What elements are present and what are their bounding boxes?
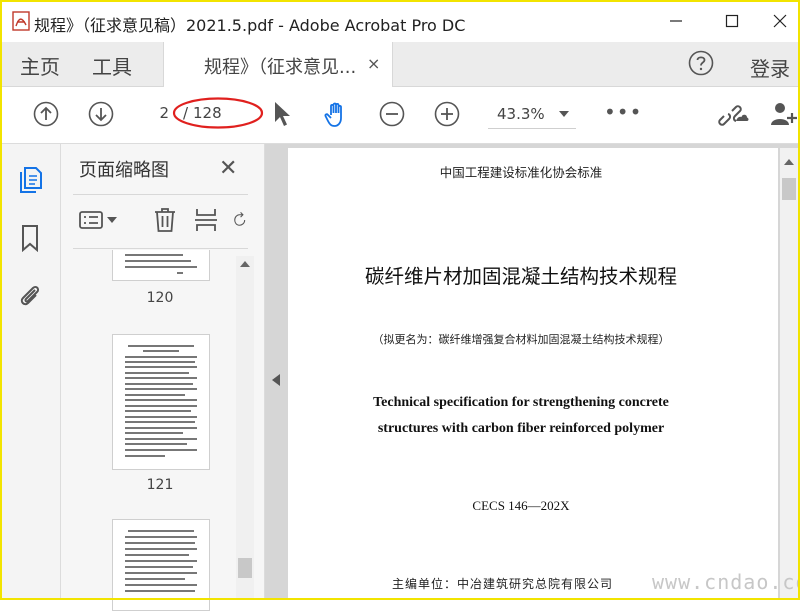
chevron-down-icon bbox=[559, 111, 569, 117]
document-subtitle: （拟更名为：碳纤维增强复合材料加固混凝土结构技术规程） bbox=[372, 333, 670, 346]
page-number-input[interactable]: 2 bbox=[143, 99, 169, 127]
scroll-up-arrow-icon[interactable] bbox=[236, 256, 254, 272]
thumbnail-scroll-thumb[interactable] bbox=[238, 558, 252, 578]
hand-tool-icon[interactable] bbox=[322, 99, 352, 129]
acrobat-icon bbox=[12, 11, 30, 31]
zoom-value: 43.3% bbox=[497, 105, 545, 123]
left-rail bbox=[0, 144, 61, 600]
next-page-icon[interactable] bbox=[88, 101, 114, 127]
zoom-in-icon[interactable] bbox=[434, 101, 460, 127]
add-user-icon[interactable] bbox=[770, 99, 800, 129]
close-window-button[interactable] bbox=[760, 8, 800, 34]
pdf-page: 中国工程建设标准化协会标准 碳纤维片材加固混凝土结构技术规程 （拟更名为：碳纤维… bbox=[288, 148, 778, 600]
zoom-out-icon[interactable] bbox=[379, 101, 405, 127]
menu-home[interactable]: 主页 bbox=[20, 51, 60, 80]
thumbnail-page-number: 120 bbox=[146, 290, 174, 306]
split-pages-icon bbox=[195, 209, 217, 231]
chevron-down-icon bbox=[107, 217, 117, 223]
minimize-button[interactable] bbox=[656, 8, 696, 34]
collapse-panel-icon[interactable] bbox=[268, 360, 284, 400]
page-thumbnails-icon[interactable] bbox=[16, 166, 44, 194]
standard-code: CECS 146—202X bbox=[472, 498, 570, 513]
panel-title: 页面缩略图 bbox=[79, 160, 169, 181]
document-organization: 中国工程建设标准化协会标准 bbox=[439, 165, 603, 180]
title-bar: 规程》（征求意见稿）2021.5.pdf - Adobe Acrobat Pro… bbox=[0, 0, 800, 42]
attachment-icon[interactable] bbox=[16, 281, 44, 309]
bookmark-icon[interactable] bbox=[16, 224, 44, 252]
previous-page-icon[interactable] bbox=[33, 101, 59, 127]
more-tools-icon[interactable]: ••• bbox=[604, 100, 642, 124]
document-scroll-thumb[interactable] bbox=[782, 178, 796, 200]
extract-pages-button[interactable] bbox=[194, 205, 218, 235]
page-thumbnail[interactable] bbox=[112, 519, 210, 611]
english-title-line2: structures with carbon fiber reinforced … bbox=[377, 421, 665, 436]
document-tab[interactable]: 规程》（征求意见... × bbox=[163, 42, 393, 87]
trash-icon bbox=[155, 208, 175, 232]
rotate-page-button[interactable] bbox=[233, 205, 247, 235]
document-tab-label: 规程》（征求意见... bbox=[204, 57, 357, 78]
document-scrollbar[interactable] bbox=[780, 148, 798, 600]
scroll-up-arrow-icon[interactable] bbox=[780, 154, 798, 170]
login-button[interactable]: 登录 bbox=[750, 53, 790, 82]
help-icon[interactable] bbox=[688, 50, 714, 76]
share-link-icon[interactable] bbox=[716, 99, 750, 129]
tab-close-button[interactable]: × bbox=[367, 54, 380, 73]
menu-bar: 主页 工具 规程》（征求意见... × bbox=[0, 42, 800, 87]
english-title-line1: Technical specification for strengthenin… bbox=[373, 395, 669, 410]
page-thumbnail[interactable] bbox=[112, 250, 210, 281]
maximize-button[interactable] bbox=[712, 8, 752, 34]
zoom-select[interactable]: 43.3% bbox=[488, 100, 576, 129]
window-title: 规程》（征求意见稿）2021.5.pdf - Adobe Acrobat Pro… bbox=[34, 16, 466, 35]
menu-tools[interactable]: 工具 bbox=[92, 51, 132, 80]
select-cursor-icon[interactable] bbox=[272, 100, 292, 128]
list-options-icon bbox=[79, 211, 103, 229]
document-title: 碳纤维片材加固混凝土结构技术规程 bbox=[364, 265, 677, 288]
divider bbox=[73, 194, 248, 195]
thumbnail-page-number: 121 bbox=[146, 477, 174, 493]
watermark: www.cndao.com bbox=[652, 570, 800, 594]
thumbnail-options-button[interactable] bbox=[79, 205, 117, 235]
page-thumbnails-panel: 页面缩略图 ✕ 120 121 bbox=[61, 144, 265, 611]
thumbnail-scrollbar[interactable] bbox=[236, 256, 254, 600]
red-ellipse-annotation bbox=[172, 97, 264, 129]
editor-unit: 主编单位：中冶建筑研究总院有限公司 bbox=[392, 577, 614, 591]
page-thumbnail[interactable] bbox=[112, 334, 210, 470]
rotate-icon bbox=[234, 212, 246, 226]
delete-page-button[interactable] bbox=[153, 205, 177, 235]
divider bbox=[73, 248, 248, 249]
panel-close-button[interactable]: ✕ bbox=[219, 156, 237, 181]
